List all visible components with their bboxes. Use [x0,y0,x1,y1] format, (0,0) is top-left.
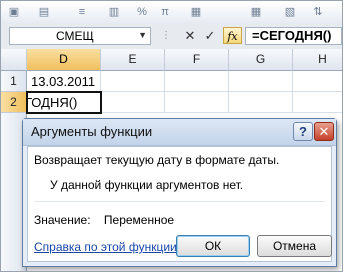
format-icon[interactable]: ▦ [189,5,203,19]
name-box-value: СМЕЩ [56,29,94,43]
column-header-d[interactable]: D [27,49,101,71]
cell-e1[interactable] [101,71,165,92]
percent-icon[interactable]: % [135,5,149,19]
column-header-f[interactable]: F [165,49,229,71]
help-button[interactable]: ? [293,122,313,141]
grid-icon[interactable]: ▦ [249,5,263,19]
enter-formula-button[interactable]: ✓ [202,28,218,44]
cell-g1[interactable] [229,71,293,92]
cell-style-icon[interactable]: ▧ [283,5,297,19]
value-row: Значение: Переменное [34,213,174,227]
row-header-2[interactable]: 2 [1,92,27,113]
dialog-title: Аргументы функции [31,124,153,139]
value-label: Значение: [34,213,91,227]
cancel-button[interactable]: Отмена [257,235,332,257]
chevron-down-icon[interactable]: ▼ [138,30,147,40]
value-text: Переменное [103,213,175,227]
drag-handle-icon[interactable]: ⋮ [158,28,174,44]
align-icon[interactable]: ≡ [75,5,89,19]
sort-icon[interactable]: ⇅ [311,5,325,19]
cell-e2[interactable] [101,92,165,113]
pi-icon[interactable]: π [158,5,172,19]
cell-d1-value: 13.03.2011 [31,74,96,89]
formula-input[interactable]: =СЕГОДНЯ() [245,27,342,45]
function-arguments-dialog: Аргументы функции ? ✕ Возвращает текущую… [22,118,337,267]
currency-icon[interactable]: ▥ [107,5,121,19]
dialog-titlebar[interactable]: Аргументы функции ? ✕ [23,119,336,146]
paste-icon[interactable]: ▣ [7,5,21,19]
name-box[interactable]: СМЕЩ ▼ [9,27,151,45]
no-arguments-text: У данной функции аргументов нет. [50,178,244,192]
active-cell-border [26,91,102,114]
cell-h1[interactable] [293,71,342,92]
cell-h2[interactable] [293,92,342,113]
cell-d1[interactable]: 13.03.2011 [27,71,101,92]
select-all-corner[interactable] [1,49,27,71]
column-header-e[interactable]: E [101,49,165,71]
ribbon-strip: ▣ ▤ ≡ ▥ % π ▦ ▦ ▧ ⇅ [1,1,342,25]
font-color-icon[interactable]: ▤ [37,5,51,19]
column-header-h[interactable]: H [293,49,342,71]
formula-bar: СМЕЩ ▼ ⋮ ✕ ✓ fx =СЕГОДНЯ() [1,24,342,50]
row-header-1[interactable]: 1 [1,71,27,92]
ok-button[interactable]: ОК [176,235,250,257]
function-help-link[interactable]: Справка по этой функции [34,240,177,254]
function-description: Возвращает текущую дату в формате даты. [34,153,280,167]
cell-g2[interactable] [229,92,293,113]
column-header-g[interactable]: G [229,49,293,71]
excel-window: ▣ ▤ ≡ ▥ % π ▦ ▦ ▧ ⇅ СМЕЩ ▼ ⋮ ✕ ✓ fx =СЕГ… [0,0,343,272]
dialog-body: Возвращает текущую дату в формате даты. … [27,146,332,262]
insert-function-button[interactable]: fx [223,27,242,44]
close-button[interactable]: ✕ [314,122,334,141]
divider [34,201,325,202]
cell-f1[interactable] [165,71,229,92]
cancel-formula-button[interactable]: ✕ [182,28,198,44]
cell-f2[interactable] [165,92,229,113]
